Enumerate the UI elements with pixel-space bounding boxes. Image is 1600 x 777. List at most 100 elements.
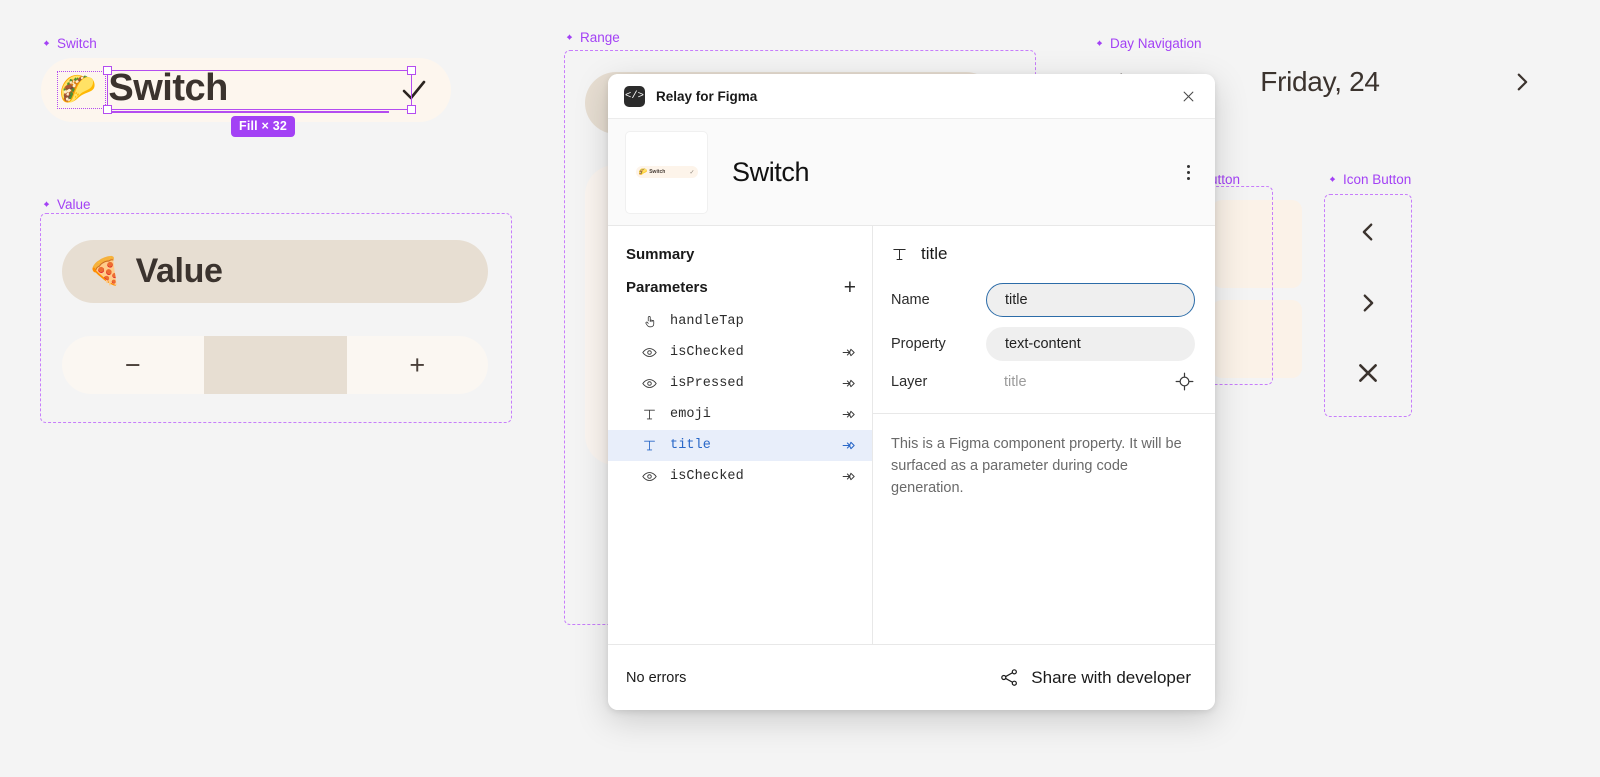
component-diamond-icon <box>1096 40 1103 46</box>
tap-icon <box>641 314 658 329</box>
frame-label-text: Range <box>580 30 620 45</box>
property-description: This is a Figma component property. It w… <box>891 436 1182 497</box>
bind-arrow-icon[interactable] <box>841 375 858 392</box>
share-with-developer-button[interactable]: Share with developer <box>999 667 1191 688</box>
figma-canvas: Range Button Switch 🌮 Switch Fill × 32 V… <box>0 0 1600 777</box>
icon-button-close[interactable] <box>1346 351 1390 395</box>
target-glyph <box>1175 372 1194 391</box>
parameters-heading: Parameters <box>626 279 708 296</box>
parameter-row-ischecked-2[interactable]: isChecked <box>608 461 872 492</box>
parameter-row-title[interactable]: title <box>608 430 872 461</box>
component-thumbnail: 🌮 Switch ✓ <box>625 130 708 214</box>
parameter-name: isChecked <box>670 469 744 484</box>
eye-glyph <box>642 348 657 357</box>
icon-button-prev[interactable] <box>1346 210 1390 254</box>
bind-arrow-icon[interactable] <box>841 406 858 423</box>
relay-dialog: </> Relay for Figma 🌮 Switch ✓ Switch Su… <box>608 74 1215 710</box>
parameter-row-ispressed[interactable]: isPressed <box>608 368 872 399</box>
bind-arrow-glyph <box>842 348 855 357</box>
field-label-layer: Layer <box>891 373 928 390</box>
bind-arrow-glyph <box>842 379 855 388</box>
dot <box>1186 164 1190 168</box>
text-icon <box>891 246 908 263</box>
frame-label-text: Day Navigation <box>1110 36 1202 51</box>
chevron-right-icon[interactable] <box>1504 64 1540 100</box>
close-icon <box>1359 364 1377 382</box>
resize-handle-top-right[interactable] <box>407 66 416 75</box>
parameter-row-emoji[interactable]: emoji <box>608 399 872 430</box>
pizza-emoji-icon: 🍕 <box>88 256 122 286</box>
property-select[interactable]: text-content <box>986 327 1195 361</box>
resize-handle-bottom-left[interactable] <box>103 105 112 114</box>
name-input[interactable]: title <box>986 283 1195 317</box>
text-icon <box>641 407 658 422</box>
frame-label-day-navigation[interactable]: Day Navigation <box>1094 36 1202 51</box>
parameter-name: handleTap <box>670 314 744 329</box>
resize-handle-bottom-right[interactable] <box>407 105 416 114</box>
dialog-title: Relay for Figma <box>656 88 758 104</box>
summary-heading[interactable]: Summary <box>608 240 872 273</box>
text-glyph <box>644 440 655 451</box>
eye-icon <box>641 344 658 361</box>
component-diamond-icon <box>1329 176 1336 182</box>
frame-label-switch[interactable]: Switch <box>41 36 97 51</box>
text-icon <box>641 438 658 453</box>
property-header: title <box>873 226 1215 278</box>
more-vertical-icon[interactable] <box>1175 159 1201 185</box>
bind-arrow-glyph <box>842 441 855 450</box>
dialog-body: Summary Parameters + handleTap isChecked… <box>608 226 1215 644</box>
stepper-increment-button[interactable]: + <box>347 336 489 394</box>
bind-arrow-icon[interactable] <box>841 437 858 454</box>
stepper-decrement-button[interactable]: − <box>62 336 204 394</box>
close-icon <box>1183 91 1193 101</box>
frame-label-icon-button[interactable]: Icon Button <box>1327 172 1411 187</box>
field-row-property: Property text-content <box>873 322 1215 366</box>
frame-label-range[interactable]: Range <box>564 30 620 45</box>
bind-arrow-glyph <box>842 410 855 419</box>
bind-arrow-icon[interactable] <box>841 344 858 361</box>
share-label: Share with developer <box>1031 667 1191 687</box>
field-row-name: Name title <box>873 278 1215 322</box>
parameters-pane: Summary Parameters + handleTap isChecked… <box>608 226 873 644</box>
component-name: Switch <box>732 156 810 187</box>
parameter-name: emoji <box>670 407 712 422</box>
bind-arrow-glyph <box>842 472 855 481</box>
value-pill[interactable]: 🍕 Value <box>62 240 488 303</box>
layer-value: title <box>1004 373 1027 390</box>
chevron-left-icon <box>1362 223 1373 241</box>
component-diamond-icon <box>43 40 50 46</box>
thumbnail-switch-preview: 🌮 Switch ✓ <box>635 166 698 178</box>
eye-icon <box>641 375 658 392</box>
stepper-value-field[interactable] <box>203 336 347 394</box>
value-stepper[interactable]: − + <box>62 336 488 394</box>
icon-button-next[interactable] <box>1346 281 1390 325</box>
property-detail-pane: title Name title Property text-content L… <box>873 226 1215 644</box>
frame-label-text: Icon Button <box>1343 172 1412 187</box>
share-icon <box>1001 669 1018 686</box>
component-diamond-icon <box>43 201 50 207</box>
text-selection-box[interactable] <box>103 66 416 114</box>
error-status: No errors <box>626 669 687 686</box>
eye-icon <box>641 468 658 485</box>
field-label-property: Property <box>891 336 946 352</box>
field-label-name: Name <box>891 292 930 308</box>
day-navigation-date: Friday, 24 <box>1260 66 1380 97</box>
bind-arrow-icon[interactable] <box>841 468 858 485</box>
chevron-right-glyph <box>1517 73 1528 91</box>
component-diamond-icon <box>566 34 573 40</box>
value-title-text: Value <box>135 252 223 290</box>
parameter-name: isChecked <box>670 345 744 360</box>
thumbnail-label: Switch <box>649 169 666 175</box>
add-parameter-button[interactable]: + <box>844 277 856 298</box>
parameter-row-handletap[interactable]: handleTap <box>608 306 872 337</box>
frame-label-text: Switch <box>57 36 97 51</box>
check-icon: ✓ <box>689 169 695 176</box>
frame-label-value[interactable]: Value <box>41 197 91 212</box>
target-icon[interactable] <box>1174 371 1195 392</box>
parameter-row-ischecked-1[interactable]: isChecked <box>608 337 872 368</box>
emoji-layer-outline <box>57 71 106 109</box>
dialog-close-button[interactable] <box>1175 83 1201 109</box>
resize-handle-top-left[interactable] <box>103 66 112 75</box>
dialog-titlebar: </> Relay for Figma <box>608 74 1215 119</box>
frame-label-text: Value <box>57 197 91 212</box>
